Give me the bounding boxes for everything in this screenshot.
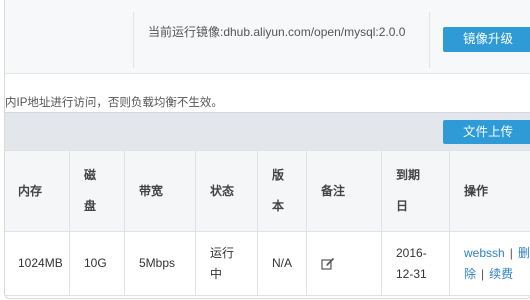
col-version-label-1: 版 — [272, 168, 285, 182]
col-disk-label-2: 盘 — [84, 199, 97, 213]
table-header-row: 内存 磁盘 带宽 状态 版本 备注 到期日 操作 — [5, 150, 530, 232]
col-expiry-label-2: 日 — [396, 199, 409, 213]
col-disk-label-1: 磁 — [84, 168, 97, 182]
col-version-label-2: 本 — [272, 199, 285, 213]
status-line-1: 运行 — [210, 245, 235, 260]
op-separator: | — [481, 266, 485, 281]
col-remark: 备注 — [306, 150, 382, 232]
op-separator: | — [509, 245, 513, 260]
cell-bandwidth: 5Mbps — [124, 231, 196, 296]
col-expiry: 到期日 — [381, 150, 450, 232]
col-operation-label: 操作 — [464, 183, 489, 198]
delete-link-part-1[interactable]: 删 — [518, 246, 530, 260]
col-bandwidth: 带宽 — [124, 150, 196, 232]
col-operation: 操作 — [449, 150, 530, 232]
status-line-2: 中 — [210, 266, 223, 281]
cell-disk: 10G — [69, 231, 125, 296]
cell-version: N/A — [257, 231, 307, 296]
webssh-link[interactable]: webssh — [464, 246, 505, 260]
edit-icon[interactable] — [321, 257, 335, 271]
col-expiry-label-1: 到期 — [396, 168, 421, 182]
col-memory: 内存 — [5, 150, 70, 232]
col-remark-label: 备注 — [321, 183, 346, 198]
instance-table-section: 文件上传 内存 磁盘 带宽 状态 版本 备注 到期 日 操作 1024MB 10… — [5, 112, 530, 298]
instance-panel: 当前运行镜像:dhub.aliyun.com/open/mysql:2.0.0 … — [4, 0, 530, 299]
col-status-label: 状态 — [210, 183, 235, 198]
divider — [429, 12, 430, 68]
table-toolbar: 文件上传 — [5, 112, 530, 151]
renew-link[interactable]: 续费 — [489, 267, 513, 281]
cell-expiry: 2016- 12-31 — [381, 231, 450, 296]
current-image-label: 当前运行镜像:dhub.aliyun.com/open/mysql:2.0.0 — [148, 25, 406, 39]
cell-operation: webssh | 删除 | 续费 — [449, 231, 530, 296]
cell-memory: 1024MB — [5, 231, 70, 296]
cell-remark — [306, 231, 382, 296]
divider — [133, 12, 134, 68]
file-upload-button[interactable]: 文件上传 — [443, 120, 530, 144]
instance-table: 内存 磁盘 带宽 状态 版本 备注 到期日 操作 1024MB 10G 5Mbp… — [5, 150, 530, 296]
col-disk: 磁盘 — [69, 150, 125, 232]
image-upgrade-button[interactable]: 镜像升级 — [443, 27, 530, 52]
col-status: 状态 — [195, 150, 258, 232]
delete-link-part-2[interactable]: 除 — [464, 267, 476, 281]
col-memory-label: 内存 — [18, 183, 43, 198]
cell-status: 运行中 — [195, 231, 258, 296]
col-version: 版本 — [257, 150, 307, 232]
table-row: 1024MB 10G 5Mbps 运行中 N/A 2016- 12-31 web… — [5, 231, 530, 296]
expiry-line-1: 2016- — [396, 245, 427, 260]
load-balance-notice: 内IP地址进行访问，否则负载均衡不生效。 — [5, 97, 223, 109]
col-bandwidth-label: 带宽 — [139, 183, 164, 198]
expiry-line-2: 12-31 — [396, 266, 427, 281]
image-info-bar: 当前运行镜像:dhub.aliyun.com/open/mysql:2.0.0 … — [5, 0, 530, 74]
